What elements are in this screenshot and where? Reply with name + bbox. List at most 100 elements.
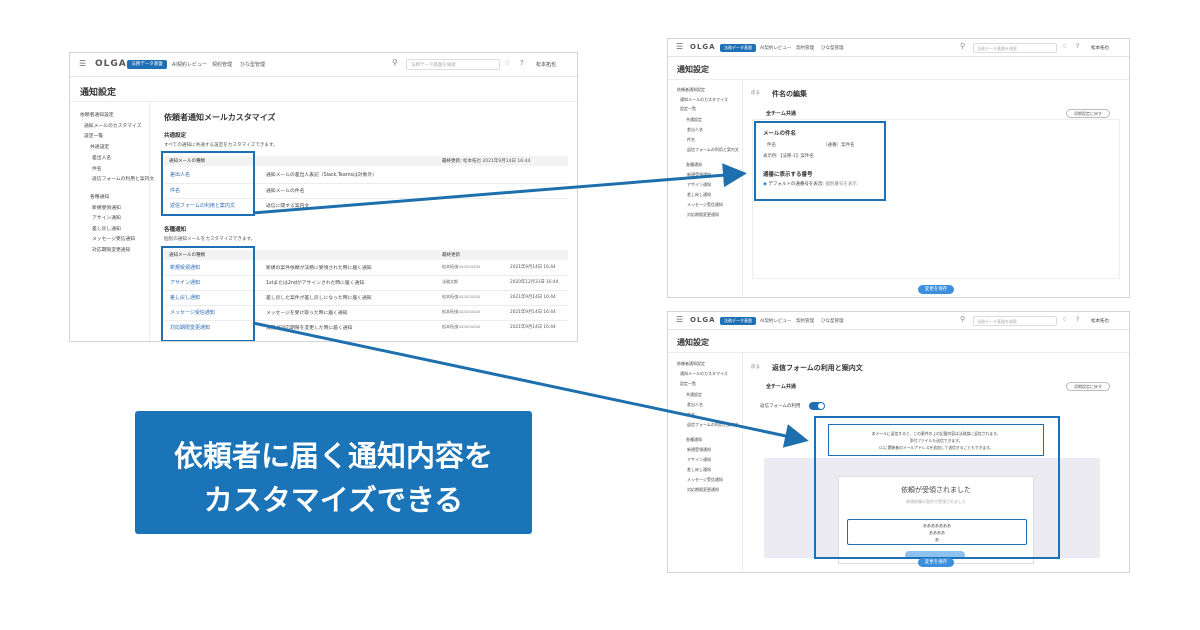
common-heading: 共通設定	[164, 133, 187, 139]
user-name[interactable]: 松本拓也	[1091, 318, 1109, 324]
sidebar-item[interactable]: 差し戻し通知	[92, 225, 121, 232]
sidebar-item[interactable]: 返信フォームの利用と案内文	[687, 147, 739, 153]
sidebar-item[interactable]: メッセージ受信通知	[92, 235, 135, 242]
search-icon[interactable]: ⚲	[392, 58, 398, 67]
bell-icon[interactable]: ♢	[504, 59, 510, 67]
nav-tab-contracts[interactable]: 契約管理	[796, 45, 814, 51]
sidebar-item[interactable]: 新規受領通知	[92, 204, 121, 211]
sidebar-item[interactable]: 依頼者通知設定	[677, 361, 705, 367]
sidebar-item[interactable]: アサイン通知	[687, 457, 711, 463]
save-button[interactable]: 変更を保存	[918, 558, 954, 567]
user-name[interactable]: 松本拓也	[536, 61, 556, 68]
each-row-date: 2021年9月14日 16:44	[510, 310, 556, 315]
sidebar-item[interactable]: 対応期限変更通知	[687, 212, 719, 218]
search-input[interactable]: 法務データ基盤を検索	[406, 59, 500, 70]
sidebar-item[interactable]: 件名	[687, 137, 695, 143]
help-icon[interactable]: ?	[520, 59, 524, 67]
sidebar-item[interactable]: 返信フォームの利用と案内文	[92, 175, 154, 182]
menu-icon[interactable]: ☰	[79, 59, 86, 68]
sidebar-item[interactable]: メッセージ受信通知	[687, 202, 723, 208]
search-icon[interactable]: ⚲	[960, 315, 965, 323]
each-row-user: 法務太郎	[442, 279, 458, 284]
sidebar-item[interactable]: 各種通知	[686, 437, 702, 443]
sidebar-item[interactable]: 件名	[92, 165, 102, 172]
each-row-date: 2021年9月14日 16:44	[510, 325, 556, 330]
user-name[interactable]: 松本拓也	[1091, 45, 1109, 51]
nav-tab-ai-review[interactable]: AI契約レビュー	[172, 61, 207, 68]
sidebar-item[interactable]: 差出人名	[687, 127, 703, 133]
sidebar-item[interactable]: 設定一覧	[680, 381, 696, 387]
each-heading: 各種通知	[164, 227, 187, 233]
sidebar-item[interactable]: 差出人名	[687, 402, 703, 408]
nav-tab-ai-review[interactable]: AI契約レビュー	[760, 318, 791, 324]
sidebar-item[interactable]: 設定一覧	[84, 132, 103, 139]
logo: OLGA	[690, 316, 716, 324]
toggle-label: 返信フォームの利用	[760, 404, 801, 409]
sidebar-item[interactable]: メッセージ受信通知	[687, 477, 723, 483]
sidebar-item[interactable]: アサイン通知	[92, 214, 121, 221]
nav-tab-legal-data[interactable]: 法務データ基盤	[720, 317, 756, 325]
back-link[interactable]: 戻る	[751, 90, 760, 96]
highlight-each-items	[161, 246, 255, 341]
sidebar-item[interactable]: 新規受領通知	[687, 447, 711, 453]
sidebar-item[interactable]: 差出人名	[92, 154, 111, 161]
search-icon[interactable]: ⚲	[960, 42, 965, 50]
sidebar-item[interactable]: 各種通知	[686, 162, 702, 168]
nav-tab-contracts[interactable]: 契約管理	[212, 61, 232, 68]
section-heading: 依頼者通知メールカスタマイズ	[164, 113, 276, 122]
sidebar-item[interactable]: 共通設定	[686, 392, 702, 398]
sidebar-item[interactable]: 各種通知	[90, 193, 109, 200]
sidebar-item[interactable]: 依頼者通知設定	[80, 111, 114, 118]
sidebar-item[interactable]: 件名	[687, 412, 695, 418]
sidebar-item[interactable]: 対応期限変更通知	[92, 246, 130, 253]
sidebar-item[interactable]: 通知メールのカスタマイズ	[84, 122, 141, 129]
nav-tab-templates[interactable]: ひな型管理	[821, 45, 844, 51]
nav-tab-ai-review[interactable]: AI契約レビュー	[760, 45, 791, 51]
each-updated-label: 最終更新	[442, 253, 460, 258]
sidebar-item[interactable]: 共通設定	[90, 143, 109, 150]
sidebar-item[interactable]: 返信フォームの利用と案内文	[687, 422, 739, 428]
nav-tab-templates[interactable]: ひな型管理	[240, 61, 265, 68]
sidebar-item[interactable]: 新規受領通知	[687, 172, 711, 178]
sidebar-item[interactable]: 通知メールのカスタマイズ	[680, 371, 728, 377]
reset-button[interactable]: 初期設定に戻す	[1066, 382, 1110, 391]
sidebar-item[interactable]: 設定一覧	[680, 106, 696, 112]
sidebar-item[interactable]: 差し戻し通知	[687, 467, 711, 473]
sidebar-item[interactable]: 差し戻し通知	[687, 192, 711, 198]
highlight-common-items	[161, 151, 255, 216]
bell-icon[interactable]: ♢	[1062, 316, 1067, 323]
nav-tab-templates[interactable]: ひな型管理	[821, 318, 844, 324]
each-row-email: aaaaaaaaaa	[456, 309, 481, 314]
top-nav: ☰ OLGA 法務データ基盤 AI契約レビュー 契約管理 ひな型管理 ⚲ 法務デ…	[668, 312, 1129, 330]
common-row-desc: 返信に関する案内文	[266, 204, 310, 209]
save-button[interactable]: 変更を保存	[918, 285, 954, 294]
top-nav: ☰ OLGA 法務データ基盤 AI契約レビュー 契約管理 ひな型管理 ⚲ 法務デ…	[70, 53, 577, 77]
search-input[interactable]: 法務データ基盤を検索	[973, 316, 1057, 326]
each-desc: 個別の通知メールをカスタマイズできます。	[164, 237, 256, 242]
common-updated: 松本拓也 2021年9月14日 16:44	[463, 159, 531, 164]
sidebar-item[interactable]: 依頼者通知設定	[677, 87, 705, 93]
back-link[interactable]: 戻る	[751, 364, 760, 370]
menu-icon[interactable]: ☰	[676, 42, 683, 51]
nav-tab-legal-data[interactable]: 法務データ基盤	[127, 60, 167, 69]
each-row-desc: 差し戻した案件が差し戻しになった時に届く通知	[266, 296, 372, 301]
reply-form-toggle[interactable]	[809, 402, 825, 410]
page-title: 通知設定	[677, 338, 709, 347]
caption-banner: 依頼者に届く通知内容を カスタマイズできる	[135, 411, 532, 534]
each-row-desc: メッセージを受け取った時に届く通知	[266, 311, 348, 316]
highlight-subject-editor	[754, 121, 886, 201]
sidebar-item[interactable]: 共通設定	[686, 117, 702, 123]
nav-tab-contracts[interactable]: 契約管理	[796, 318, 814, 324]
sidebar-item[interactable]: 通知メールのカスタマイズ	[680, 97, 728, 103]
bell-icon[interactable]: ♢	[1062, 43, 1067, 50]
nav-tab-legal-data[interactable]: 法務データ基盤	[720, 44, 756, 52]
edit-heading: 返信フォームの利用と案内文	[772, 364, 863, 372]
help-icon[interactable]: ?	[1076, 43, 1079, 50]
menu-icon[interactable]: ☰	[676, 315, 683, 324]
sidebar-item[interactable]: アサイン通知	[687, 182, 711, 188]
search-input[interactable]: 法務データ基盤を検索	[973, 43, 1057, 53]
reset-button[interactable]: 初期設定に戻す	[1066, 109, 1110, 118]
sidebar-item[interactable]: 対応期限変更通知	[687, 487, 719, 493]
help-icon[interactable]: ?	[1076, 316, 1079, 323]
top-nav: ☰ OLGA 法務データ基盤 AI契約レビュー 契約管理 ひな型管理 ⚲ 法務デ…	[668, 39, 1129, 57]
